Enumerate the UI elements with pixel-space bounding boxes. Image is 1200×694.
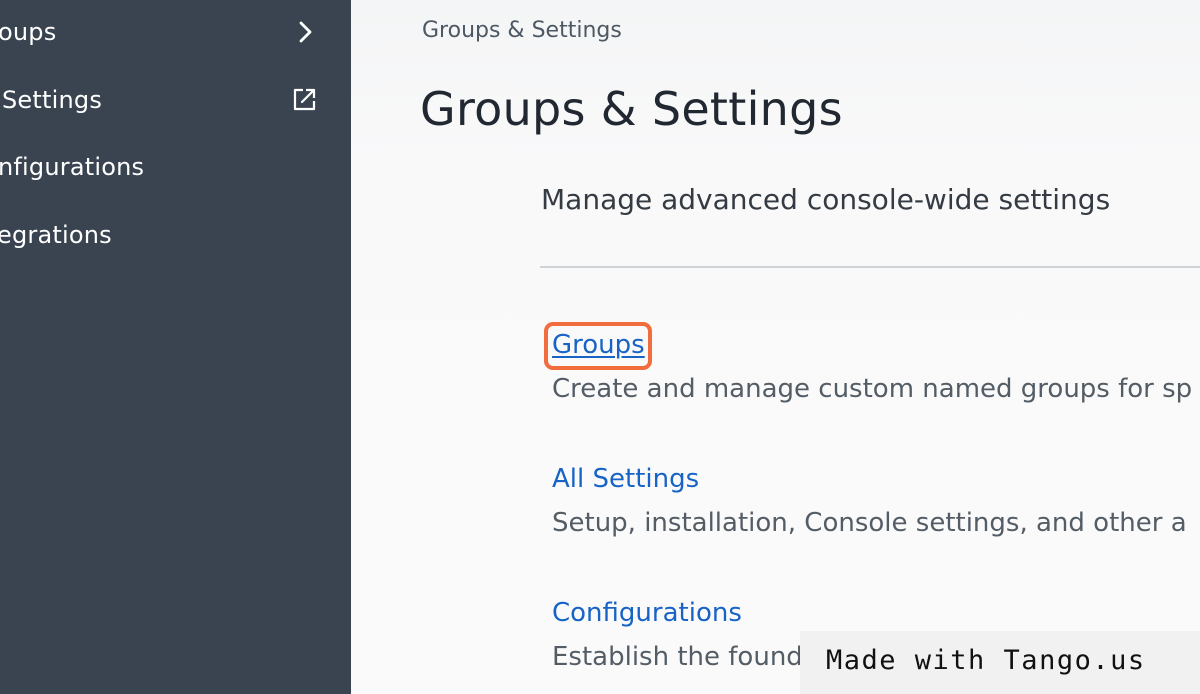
tango-watermark: Made with Tango.us [800,631,1200,694]
sidebar-item-label: Settings [2,86,103,114]
divider [540,266,1200,268]
configurations-link[interactable]: Configurations [552,598,742,628]
sidebar-item-integrations[interactable]: egrations [0,205,351,265]
sidebar-item-label: egrations [0,221,112,249]
sidebar-item-label: nfigurations [0,153,145,181]
groups-link[interactable]: Groups [552,330,645,360]
main-content: Groups & Settings Groups & Settings Mana… [351,0,1200,694]
section-description: Manage advanced console-wide settings [541,183,1111,216]
sidebar: oups Settings nfigurations egrations [0,0,351,694]
all-settings-link[interactable]: All Settings [552,464,699,494]
sidebar-item-groups[interactable]: oups [0,2,351,62]
all-settings-description: Setup, installation, Console settings, a… [552,508,1187,538]
watermark-text: Made with Tango.us [826,645,1146,676]
breadcrumb[interactable]: Groups & Settings [422,18,622,43]
sidebar-item-all-settings[interactable]: Settings [0,70,351,130]
sidebar-item-configurations[interactable]: nfigurations [0,137,351,197]
chevron-right-icon [290,16,322,48]
groups-description: Create and manage custom named groups fo… [552,374,1193,404]
page-title: Groups & Settings [420,82,843,136]
configurations-description: Establish the found [552,642,803,672]
external-link-icon [288,84,320,116]
sidebar-item-label: oups [0,18,57,46]
